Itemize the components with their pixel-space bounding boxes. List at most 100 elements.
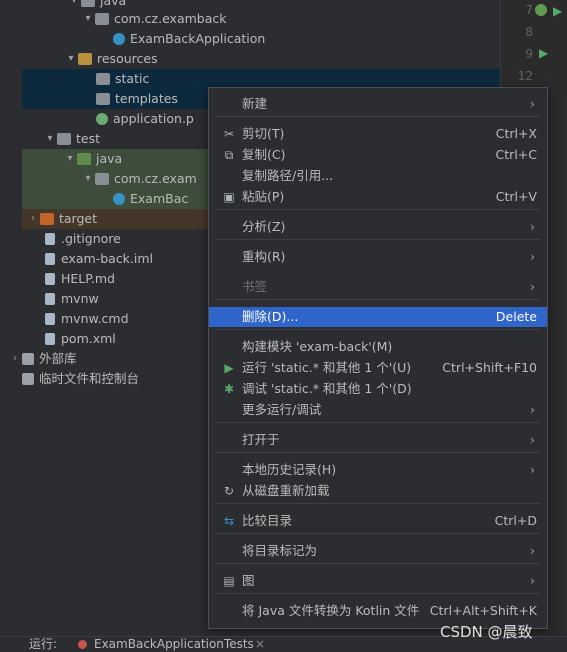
chevron-right-icon: ›: [530, 573, 535, 588]
expand-arrow-icon[interactable]: ▾: [81, 9, 95, 29]
menu-item[interactable]: ▣ 粘贴(P) Ctrl+V: [209, 187, 547, 207]
menu-separator: [214, 503, 540, 504]
tree-item-label: templates: [115, 91, 178, 106]
cut-icon: ✂: [223, 127, 235, 141]
menu-separator: [214, 563, 540, 564]
close-icon[interactable]: ×: [255, 637, 265, 652]
expand-arrow-icon[interactable]: ›: [26, 209, 40, 229]
compare-icon: ⇆: [223, 514, 235, 528]
menu-item-shortcut: Ctrl+Shift+F10: [442, 360, 537, 375]
menu-item-label: 打开于: [242, 432, 280, 447]
context-menu: 新建 › ✂ 剪切(T) Ctrl+X ⧉ 复制(C) Ctrl+C 复制路径/引用... ▣ 粘贴…: [208, 87, 548, 629]
copy-icon: ⧉: [224, 148, 234, 162]
menu-item[interactable]: ⇆ 比较目录 Ctrl+D: [209, 511, 547, 531]
menu-item[interactable]: ⧉ 复制(C) Ctrl+C: [209, 145, 547, 165]
menu-item[interactable]: 构建模块 'exam-back'(M): [209, 337, 547, 357]
run-gutter-icon[interactable]: ▶: [553, 4, 562, 18]
menu-item[interactable]: 分析(Z) ›: [209, 217, 547, 237]
menu-separator: [214, 533, 540, 534]
menu-item[interactable]: 将目录标记为 ›: [209, 541, 547, 561]
menu-item-label: 更多运行/调试: [242, 402, 322, 417]
chevron-right-icon: ›: [530, 249, 535, 264]
diagram-icon: ▤: [223, 574, 235, 588]
chevron-right-icon: ›: [530, 219, 535, 234]
menu-item-label: 书签: [242, 279, 268, 294]
expand-arrow-icon[interactable]: ▾: [64, 49, 78, 69]
spring-config-icon: [96, 113, 108, 125]
tree-item-label: resources: [97, 51, 158, 66]
maven-file-icon: [45, 333, 55, 345]
menu-item-label: 复制(C): [242, 147, 286, 162]
menu-item-label: 粘贴(P): [242, 189, 285, 204]
menu-item[interactable]: 重构(R) ›: [209, 247, 547, 267]
folder-icon: [96, 73, 110, 85]
expand-arrow-icon[interactable]: ▾: [43, 129, 57, 149]
expand-arrow-icon[interactable]: ▾: [81, 169, 95, 189]
menu-item-label: 构建模块 'exam-back'(M): [242, 339, 393, 354]
menu-item[interactable]: 本地历史记录(H) ›: [209, 460, 547, 480]
markdown-file-icon: [45, 273, 55, 285]
menu-item-label: 将 Java 文件转换为 Kotlin 文件: [242, 603, 420, 618]
reload-icon: ↻: [223, 484, 235, 498]
chevron-right-icon: ›: [530, 432, 535, 447]
text-file-icon: [45, 313, 55, 325]
menu-item-label: 从磁盘重新加载: [242, 483, 330, 498]
tree-item-label: target: [59, 211, 98, 226]
menu-item[interactable]: ✂ 剪切(T) Ctrl+X: [209, 124, 547, 144]
menu-item[interactable]: ▶ 运行 'static.* 和其他 1 个'(U) Ctrl+Shift+F10: [209, 358, 547, 378]
package-icon: [95, 173, 109, 185]
spring-bean-icon[interactable]: [535, 4, 547, 16]
menu-item-label: 图: [242, 573, 255, 588]
tree-item[interactable]: ▾ resources: [22, 49, 500, 69]
tree-item-label: mvnw.cmd: [61, 311, 129, 326]
tree-item[interactable]: ▾ com.cz.examback: [22, 9, 500, 29]
menu-item[interactable]: 打开于 ›: [209, 430, 547, 450]
menu-item-shortcut: Ctrl+C: [495, 147, 537, 162]
debug-icon: ✱: [223, 382, 235, 396]
folder-icon: [81, 0, 95, 7]
menu-separator: [214, 329, 540, 330]
chevron-right-icon: ›: [530, 402, 535, 417]
tree-item-label: mvnw: [61, 291, 99, 306]
menu-item[interactable]: ✱ 调试 'static.* 和其他 1 个'(D): [209, 379, 547, 399]
menu-item[interactable]: 复制路径/引用...: [209, 166, 547, 186]
menu-item-label: 分析(Z): [242, 219, 286, 234]
menu-item-label: 将目录标记为: [242, 543, 318, 558]
menu-separator: [214, 116, 540, 117]
menu-item-label: 本地历史记录(H): [242, 462, 337, 477]
tree-item-label: ExamBackApplication: [130, 31, 266, 46]
menu-item-label: 新建: [242, 96, 268, 111]
line-number: 7: [525, 3, 533, 17]
tree-item[interactable]: static: [22, 69, 500, 89]
menu-item[interactable]: 更多运行/调试 ›: [209, 400, 547, 420]
expand-arrow-icon[interactable]: ▾: [63, 149, 77, 169]
menu-item[interactable]: 将 Java 文件转换为 Kotlin 文件 Ctrl+Alt+Shift+K: [209, 601, 547, 621]
menu-item-label: 复制路径/引用...: [242, 168, 334, 183]
menu-separator: [214, 299, 540, 300]
menu-item: 书签 ›: [209, 277, 547, 297]
menu-separator: [214, 452, 540, 453]
chevron-right-icon: ›: [530, 462, 535, 477]
menu-item[interactable]: ↻ 从磁盘重新加载: [209, 481, 547, 501]
folder-icon: [96, 93, 110, 105]
scratches-icon: [22, 373, 34, 385]
menu-item[interactable]: 新建 ›: [209, 94, 547, 114]
menu-item[interactable]: 删除(D)... Delete: [209, 307, 547, 327]
java-class-icon: [113, 33, 125, 45]
run-icon: ▶: [224, 361, 234, 375]
run-gutter-icon[interactable]: ▶: [539, 46, 548, 60]
resources-folder-icon: [78, 53, 92, 65]
tree-item-label: com.cz.exam: [114, 171, 197, 186]
expand-arrow-icon[interactable]: ›: [8, 349, 22, 369]
tree-item-label: .gitignore: [61, 231, 121, 246]
gitignore-file-icon: [45, 233, 55, 245]
line-number: 12: [517, 69, 533, 83]
java-class-icon: [113, 193, 125, 205]
run-tab[interactable]: ExamBackApplicationTests: [94, 637, 254, 652]
excluded-folder-icon: [40, 213, 54, 225]
menu-item-label: 重构(R): [242, 249, 286, 264]
menu-item-shortcut: Ctrl+D: [494, 513, 537, 528]
tree-item[interactable]: ExamBackApplication: [22, 29, 500, 49]
menu-item[interactable]: ▤ 图 ›: [209, 571, 547, 591]
folder-icon: [57, 133, 71, 145]
